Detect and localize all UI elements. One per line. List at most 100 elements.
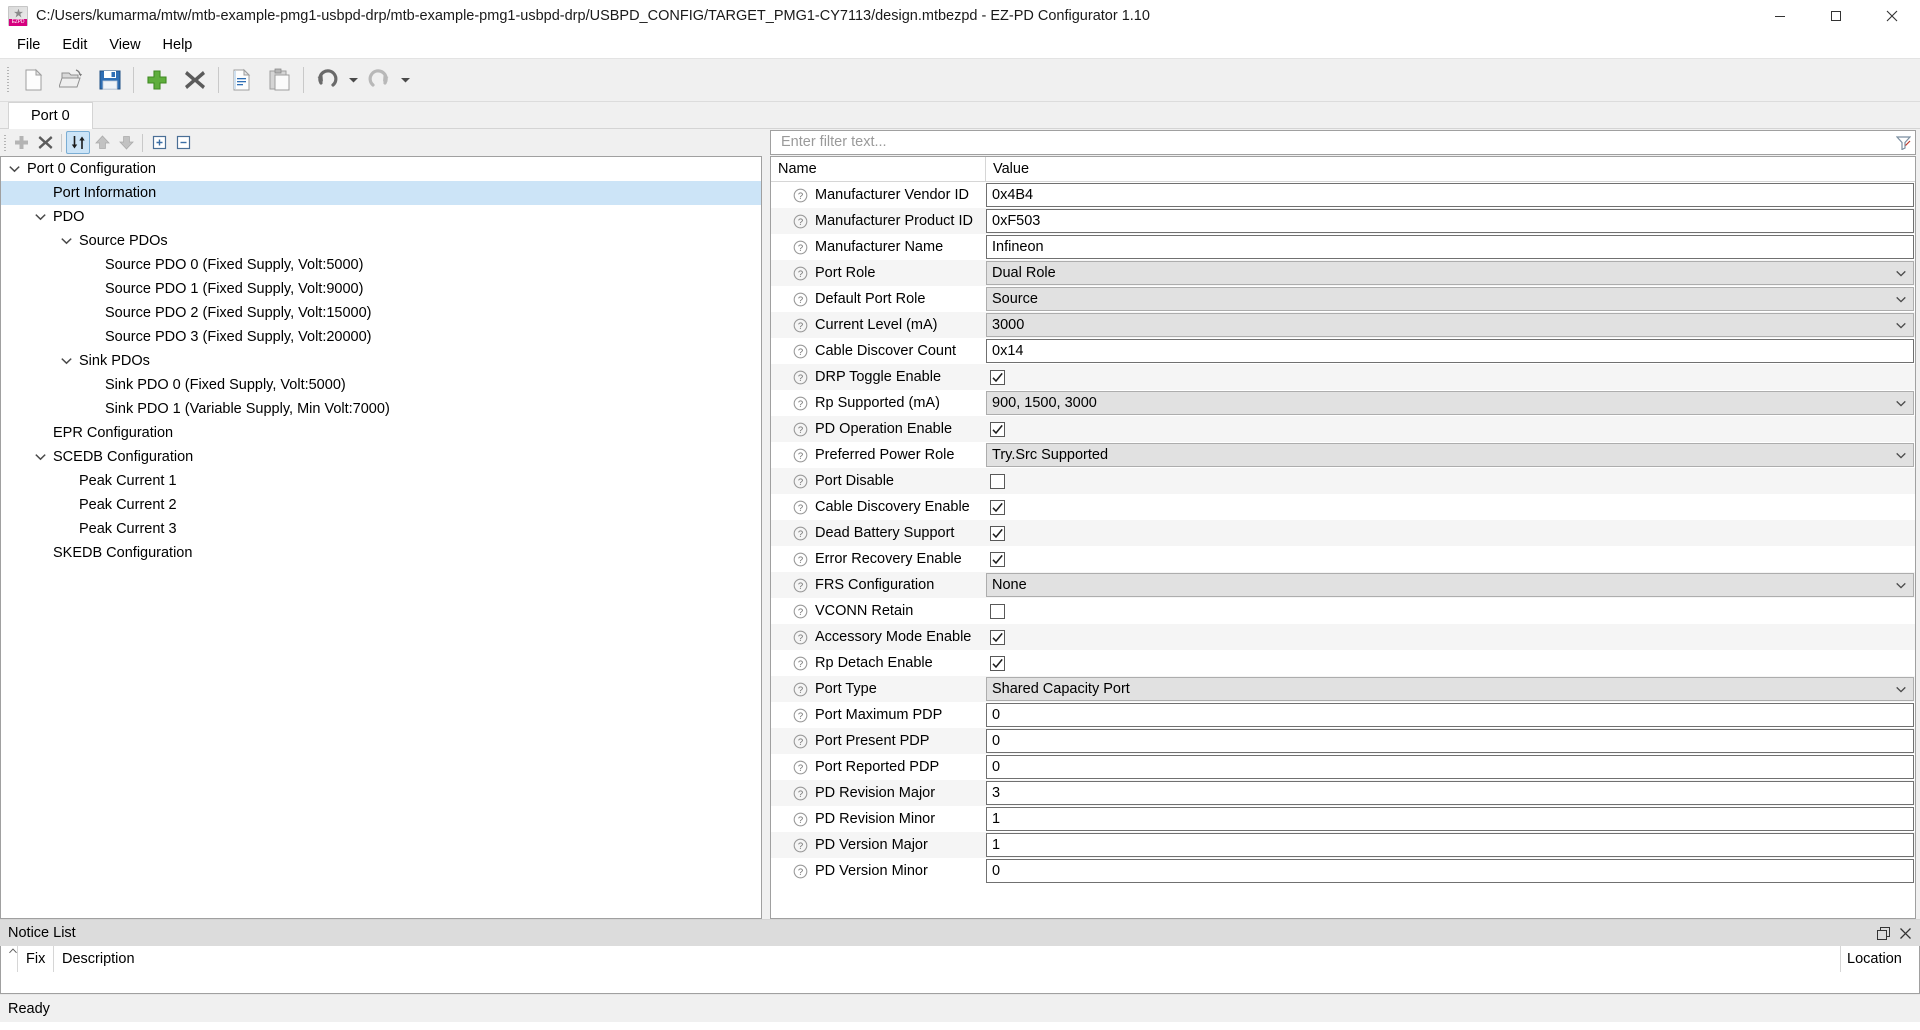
table-row[interactable]: ? PD Revision Major 3 (771, 780, 1915, 806)
help-icon[interactable]: ? (793, 578, 808, 593)
table-row[interactable]: ? Port Disable (771, 468, 1915, 494)
value-dropdown[interactable]: 900, 1500, 3000 (986, 391, 1914, 415)
chevron-down-icon[interactable] (1, 157, 27, 181)
help-icon[interactable]: ? (793, 812, 808, 827)
open-folder-icon[interactable] (53, 61, 91, 99)
value-text-field[interactable]: 0 (986, 729, 1914, 753)
help-icon[interactable]: ? (793, 188, 808, 203)
table-row[interactable]: ? Preferred Power Role Try.Src Supported (771, 442, 1915, 468)
table-row[interactable]: ? Manufacturer Vendor ID 0x4B4 (771, 182, 1915, 208)
table-row[interactable]: ? DRP Toggle Enable (771, 364, 1915, 390)
table-row[interactable]: ? Port Role Dual Role (771, 260, 1915, 286)
value-text-field[interactable]: 0xF503 (986, 209, 1914, 233)
copy-icon[interactable] (223, 61, 261, 99)
notice-column-fix[interactable]: Fix (18, 946, 54, 972)
help-icon[interactable]: ? (793, 734, 808, 749)
tree-item[interactable]: Source PDO 2 (Fixed Supply, Volt:15000) (1, 301, 761, 325)
table-row[interactable]: ? Cable Discovery Enable (771, 494, 1915, 520)
tree-collapse-all-icon[interactable] (171, 131, 195, 154)
menu-help[interactable]: Help (152, 34, 204, 56)
value-text-field[interactable]: 1 (986, 807, 1914, 831)
redo-icon[interactable] (360, 61, 398, 99)
paste-icon[interactable] (261, 61, 299, 99)
chevron-down-icon[interactable] (27, 205, 53, 229)
chevron-down-icon[interactable] (1896, 574, 1906, 596)
chevron-down-icon[interactable] (1896, 444, 1906, 466)
tree-sort-icon[interactable] (66, 131, 90, 154)
chevron-down-icon[interactable] (1896, 314, 1906, 336)
checkbox[interactable] (990, 603, 1005, 619)
table-row[interactable]: ? PD Version Minor 0 (771, 858, 1915, 884)
notice-column-description[interactable]: Description (54, 946, 1841, 972)
help-icon[interactable]: ? (793, 266, 808, 281)
table-row[interactable]: ? Dead Battery Support (771, 520, 1915, 546)
new-file-icon[interactable] (15, 61, 53, 99)
chevron-down-icon[interactable] (53, 349, 79, 373)
value-dropdown[interactable]: None (986, 573, 1914, 597)
tree-item[interactable]: Peak Current 3 (1, 517, 761, 541)
filter-box[interactable] (770, 129, 1916, 155)
value-dropdown[interactable]: Shared Capacity Port (986, 677, 1914, 701)
table-row[interactable]: ? Rp Detach Enable (771, 650, 1915, 676)
table-row[interactable]: ? PD Version Major 1 (771, 832, 1915, 858)
help-icon[interactable]: ? (793, 786, 808, 801)
tree-item[interactable]: Peak Current 2 (1, 493, 761, 517)
help-icon[interactable]: ? (793, 604, 808, 619)
search-input[interactable] (779, 133, 1893, 151)
redo-dropdown-arrow-icon[interactable] (398, 61, 412, 99)
tree-item[interactable]: Sink PDO 1 (Variable Supply, Min Volt:70… (1, 397, 761, 421)
table-row[interactable]: ? VCONN Retain (771, 598, 1915, 624)
value-text-field[interactable]: 0 (986, 755, 1914, 779)
tree-item[interactable]: SKEDB Configuration (1, 541, 761, 565)
chevron-down-icon[interactable] (27, 445, 53, 469)
table-row[interactable]: ? Manufacturer Product ID 0xF503 (771, 208, 1915, 234)
delete-icon[interactable] (176, 61, 214, 99)
table-row[interactable]: ? Accessory Mode Enable (771, 624, 1915, 650)
table-row[interactable]: ? Error Recovery Enable (771, 546, 1915, 572)
help-icon[interactable]: ? (793, 240, 808, 255)
checkbox[interactable] (990, 525, 1005, 541)
column-header-name[interactable]: Name (771, 157, 986, 181)
tree-item[interactable]: Source PDO 1 (Fixed Supply, Volt:9000) (1, 277, 761, 301)
tab-port-0[interactable]: Port 0 (8, 102, 93, 129)
help-icon[interactable]: ? (793, 838, 808, 853)
tree-item[interactable]: SCEDB Configuration (1, 445, 761, 469)
chevron-down-icon[interactable] (1896, 678, 1906, 700)
help-icon[interactable]: ? (793, 630, 808, 645)
notice-sort-indicator-icon[interactable] (1, 946, 18, 972)
save-icon[interactable] (91, 61, 129, 99)
restore-panel-icon[interactable] (1872, 922, 1894, 944)
tree-delete-icon[interactable] (33, 131, 57, 154)
tree-item[interactable]: PDO (1, 205, 761, 229)
table-row[interactable]: ? Port Present PDP 0 (771, 728, 1915, 754)
help-icon[interactable]: ? (793, 500, 808, 515)
tree-item[interactable]: Source PDO 0 (Fixed Supply, Volt:5000) (1, 253, 761, 277)
checkbox[interactable] (990, 499, 1005, 515)
menu-file[interactable]: File (6, 34, 51, 56)
help-icon[interactable]: ? (793, 448, 808, 463)
value-text-field[interactable]: Infineon (986, 235, 1914, 259)
tree-move-up-icon[interactable] (90, 131, 114, 154)
close-panel-icon[interactable] (1894, 922, 1916, 944)
tree-expand-all-icon[interactable] (147, 131, 171, 154)
help-icon[interactable]: ? (793, 474, 808, 489)
tree-item[interactable]: Sink PDOs (1, 349, 761, 373)
chevron-down-icon[interactable] (1896, 288, 1906, 310)
table-row[interactable]: ? Rp Supported (mA) 900, 1500, 3000 (771, 390, 1915, 416)
chevron-down-icon[interactable] (1896, 392, 1906, 414)
checkbox[interactable] (990, 369, 1005, 385)
checkbox[interactable] (990, 473, 1005, 489)
chevron-down-icon[interactable] (1896, 262, 1906, 284)
table-row[interactable]: ? Default Port Role Source (771, 286, 1915, 312)
checkbox[interactable] (990, 551, 1005, 567)
help-icon[interactable]: ? (793, 708, 808, 723)
menu-edit[interactable]: Edit (51, 34, 98, 56)
tree-item[interactable]: EPR Configuration (1, 421, 761, 445)
tree-item[interactable]: Source PDO 3 (Fixed Supply, Volt:20000) (1, 325, 761, 349)
value-dropdown[interactable]: Source (986, 287, 1914, 311)
notice-column-location[interactable]: Location (1841, 946, 1919, 972)
value-dropdown[interactable]: Try.Src Supported (986, 443, 1914, 467)
help-icon[interactable]: ? (793, 422, 808, 437)
help-icon[interactable]: ? (793, 526, 808, 541)
table-row[interactable]: ? PD Operation Enable (771, 416, 1915, 442)
